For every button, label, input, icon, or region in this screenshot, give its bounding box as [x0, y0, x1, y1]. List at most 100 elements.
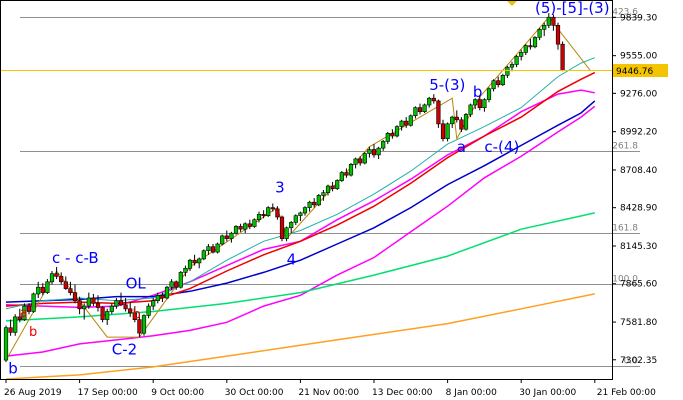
wave-label: a [20, 306, 28, 321]
candle-body [468, 104, 473, 115]
candle[interactable] [339, 171, 344, 182]
candle[interactable] [201, 249, 206, 261]
x-tick-label: 9 Oct 00:00 [151, 388, 204, 398]
candle-body [3, 327, 9, 361]
candle[interactable] [164, 285, 170, 300]
candle-body [348, 164, 354, 176]
candle[interactable] [100, 306, 105, 323]
wave-label: OL [126, 275, 147, 293]
candle[interactable] [316, 194, 321, 207]
candle-body [390, 133, 395, 137]
candle-body [463, 114, 469, 130]
candle[interactable] [445, 122, 450, 142]
candle-body [555, 24, 561, 45]
candle[interactable] [220, 234, 225, 246]
candle-body [91, 297, 96, 304]
candle[interactable] [178, 271, 183, 289]
candle[interactable] [279, 215, 285, 242]
candle-body [321, 192, 326, 196]
candle-body [376, 147, 381, 156]
y-tick-label: 8708.40 [620, 166, 657, 176]
candle-body [187, 259, 193, 269]
candle[interactable] [3, 325, 9, 363]
candle-body [560, 43, 565, 71]
candle[interactable] [532, 36, 538, 49]
candle-body [164, 286, 170, 299]
wave-label: 5-(3) [429, 76, 465, 94]
candle-body [408, 115, 413, 126]
candle[interactable] [252, 218, 257, 228]
candle[interactable] [408, 114, 413, 127]
candle-body [72, 292, 78, 302]
candle[interactable] [463, 113, 469, 131]
candle-body [413, 107, 418, 116]
candle[interactable] [394, 125, 400, 138]
candle-body [454, 116, 459, 121]
candle-body [546, 16, 551, 26]
candle-body [178, 272, 183, 288]
candle[interactable] [348, 163, 354, 177]
x-tick-label: 13 Dec 00:00 [372, 388, 433, 398]
candle-body [431, 97, 436, 102]
candle-body [275, 208, 280, 218]
candle-body [509, 64, 515, 68]
y-tick-label: 7302.35 [620, 356, 657, 366]
candle-body [381, 141, 386, 149]
candle-body [316, 195, 321, 206]
candle-body [183, 267, 188, 273]
candle-body [192, 259, 197, 264]
y-tick-label: 8992.20 [620, 128, 657, 138]
candle-body [206, 246, 211, 251]
candle-body [155, 294, 160, 301]
candle[interactable] [266, 206, 271, 217]
candle-body [49, 273, 55, 283]
candle[interactable] [422, 103, 427, 114]
y-tick-label: 9276.00 [620, 89, 657, 99]
wave-label: (5)-[5]-(3) [535, 0, 610, 17]
candle-body [344, 172, 349, 176]
candle-body [505, 66, 510, 76]
candle[interactable] [560, 41, 565, 72]
y-tick-label: 7865.60 [620, 280, 657, 290]
wave-label: C-2 [112, 341, 137, 359]
candle-body [496, 80, 501, 85]
candle-body [459, 119, 464, 130]
candle[interactable] [215, 242, 220, 254]
wave-label: b [133, 307, 141, 322]
candle[interactable] [13, 314, 18, 336]
wave-label: a [457, 138, 466, 156]
candle-body [229, 232, 234, 239]
candle-body [482, 99, 487, 108]
candle-body [160, 294, 165, 299]
candle[interactable] [31, 292, 36, 313]
candle-body [394, 126, 400, 137]
wave-label: 4 [287, 250, 297, 268]
current-price-tag: 9446.76 [613, 64, 668, 77]
candle-body [123, 304, 128, 310]
candle-body [220, 235, 225, 245]
candle-body [325, 185, 331, 193]
candle[interactable] [500, 73, 505, 87]
wave-label: c-(4) [484, 138, 519, 156]
candle-body [77, 300, 82, 310]
candle[interactable] [141, 314, 147, 336]
candle[interactable] [436, 99, 441, 128]
candle-body [486, 88, 492, 100]
candle-body [358, 158, 363, 164]
candle-body [445, 123, 450, 140]
y-tick-label: 8428.90 [620, 204, 657, 214]
candle-body [45, 281, 50, 293]
candle-body [40, 286, 45, 293]
candle[interactable] [362, 152, 367, 165]
candle-body [514, 56, 519, 65]
candle[interactable] [233, 225, 239, 235]
y-tick-label: 8145.30 [620, 242, 657, 252]
candle-body [243, 223, 248, 230]
candle-body [266, 207, 271, 217]
fib-level-label: 261.8 [612, 142, 638, 152]
candle-body [270, 207, 275, 210]
candle[interactable] [335, 179, 340, 190]
candle-body [128, 308, 133, 314]
candle-body [210, 246, 216, 253]
candle-body [302, 207, 308, 214]
